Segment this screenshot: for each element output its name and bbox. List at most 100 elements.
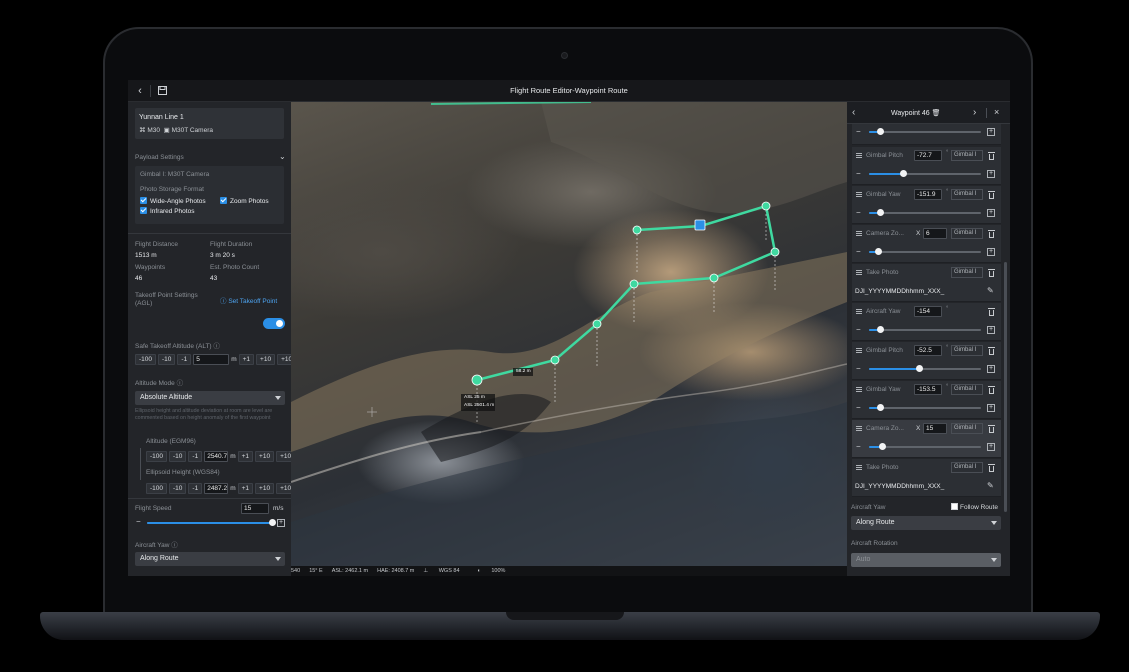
zoom-checkbox[interactable]: Zoom Photos xyxy=(220,197,269,205)
follow-route-checkbox[interactable]: Follow Route xyxy=(951,503,998,511)
delete-icon[interactable] xyxy=(988,308,995,316)
plus-icon[interactable]: + xyxy=(987,128,995,136)
delete-icon[interactable] xyxy=(988,386,995,394)
gimbal-select[interactable]: Gimbal I xyxy=(951,267,983,278)
plus-icon[interactable]: + xyxy=(987,248,995,256)
slider-knob[interactable] xyxy=(269,519,276,526)
delete-icon[interactable] xyxy=(988,464,995,472)
chevron-down-icon[interactable]: ⌄ xyxy=(279,152,286,161)
minus-icon[interactable]: − xyxy=(856,248,861,256)
gimbal-select[interactable]: Gimbal I xyxy=(951,384,983,395)
wide-angle-checkbox[interactable]: Wide-Angle Photos xyxy=(140,197,206,205)
minus-icon[interactable]: − xyxy=(856,209,861,217)
action-value-input[interactable]: -52.5 xyxy=(914,345,942,356)
pencil-icon[interactable]: ✎ xyxy=(987,286,994,295)
plus-1-button[interactable]: +1 xyxy=(237,483,254,494)
slider-knob[interactable] xyxy=(877,209,884,216)
aircraft-yaw-select[interactable]: Along Route xyxy=(851,516,1001,530)
action-card[interactable]: Gimbal Yaw -151.9 ° Gimbal I − + xyxy=(852,186,1001,224)
minus-icon[interactable]: − xyxy=(856,365,861,373)
action-slider[interactable] xyxy=(869,407,981,409)
minus-100-button[interactable]: -100 xyxy=(135,354,157,365)
action-card[interactable]: Gimbal Pitch -72.7 ° Gimbal I − + xyxy=(852,147,1001,185)
plus-10-button[interactable]: +10 xyxy=(256,354,276,365)
action-card[interactable]: − + xyxy=(852,124,1001,145)
drag-handle-icon[interactable] xyxy=(856,153,862,158)
close-icon[interactable]: × xyxy=(994,107,999,117)
minus-10-button[interactable]: -10 xyxy=(169,451,187,462)
action-slider[interactable] xyxy=(869,329,981,331)
minus-icon[interactable]: − xyxy=(856,326,861,334)
plus-icon[interactable]: + xyxy=(987,209,995,217)
action-card[interactable]: Gimbal Pitch -52.5 ° Gimbal I − + xyxy=(852,342,1001,380)
plus-icon[interactable]: + xyxy=(987,326,995,334)
drag-handle-icon[interactable] xyxy=(856,465,862,470)
drag-handle-icon[interactable] xyxy=(856,192,862,197)
next-waypoint-icon[interactable]: › xyxy=(973,107,976,118)
minus-1-button[interactable]: -1 xyxy=(188,483,203,494)
gimbal-select[interactable]: Gimbal I xyxy=(951,345,983,356)
minus-icon[interactable]: − xyxy=(136,518,141,526)
action-slider[interactable] xyxy=(869,251,981,253)
minus-icon[interactable]: − xyxy=(856,128,861,136)
infrared-checkbox[interactable]: Infrared Photos xyxy=(140,207,194,215)
pencil-icon[interactable]: ✎ xyxy=(987,481,994,490)
drag-handle-icon[interactable] xyxy=(856,348,862,353)
plus-100-button[interactable]: +100 xyxy=(276,483,291,494)
gimbal-select[interactable]: Gimbal I xyxy=(951,462,983,473)
action-card[interactable]: Camera Zo... X 6 Gimbal I − + xyxy=(852,225,1001,263)
plus-1-button[interactable]: +1 xyxy=(238,354,255,365)
aircraft-yaw-select[interactable]: Along Route xyxy=(135,552,285,566)
delete-icon[interactable] xyxy=(988,425,995,433)
action-value-input[interactable]: 6 xyxy=(923,228,947,239)
plus-icon[interactable]: + xyxy=(987,443,995,451)
action-value-input[interactable]: -151.9 xyxy=(914,189,942,200)
set-takeoff-point-link[interactable]: ⓘ Set Takeoff Point xyxy=(220,295,277,305)
action-slider[interactable] xyxy=(869,131,981,133)
altitude-egm-input[interactable]: 2540.7 xyxy=(204,451,229,462)
action-card[interactable]: Aircraft Yaw -154 ° − + xyxy=(852,303,1001,341)
drag-handle-icon[interactable] xyxy=(856,309,862,314)
drag-handle-icon[interactable] xyxy=(856,387,862,392)
plus-100-button[interactable]: +100 xyxy=(276,451,291,462)
action-value-input[interactable]: -72.7 xyxy=(914,150,942,161)
safe-takeoff-input[interactable]: 5 xyxy=(193,354,230,365)
slider-knob[interactable] xyxy=(879,443,886,450)
minus-1-button[interactable]: -1 xyxy=(188,451,203,462)
minus-10-button[interactable]: -10 xyxy=(158,354,176,365)
plus-1-button[interactable]: +1 xyxy=(237,451,254,462)
slider-knob[interactable] xyxy=(877,326,884,333)
action-card[interactable]: Take Photo Gimbal I DJI_YYYYMMDDhhmm_XXX_ ✎ xyxy=(852,264,1001,302)
action-value-input[interactable]: -153.5 xyxy=(914,384,942,395)
action-card[interactable]: Camera Zo... X 15 Gimbal I − + xyxy=(852,420,1001,458)
gimbal-select[interactable]: Gimbal I xyxy=(951,228,983,239)
action-slider[interactable] xyxy=(869,212,981,214)
plus-icon[interactable]: + xyxy=(987,170,995,178)
plus-100-button[interactable]: +100 xyxy=(277,354,291,365)
scrollbar[interactable] xyxy=(1004,262,1007,512)
delete-icon[interactable] xyxy=(988,347,995,355)
delete-icon[interactable] xyxy=(988,269,995,277)
minus-100-button[interactable]: -100 xyxy=(146,451,168,462)
plus-icon[interactable]: + xyxy=(987,404,995,412)
3d-map-view[interactable]: 58.2 m ASL 25 m ASL 2501.4 m xyxy=(291,102,847,566)
gimbal-select[interactable]: Gimbal I xyxy=(951,150,983,161)
delete-icon[interactable] xyxy=(988,152,995,160)
slider-knob[interactable] xyxy=(877,128,884,135)
slider-knob[interactable] xyxy=(875,248,882,255)
ellipsoid-input[interactable]: 2487.2 xyxy=(204,483,229,494)
slider-knob[interactable] xyxy=(916,365,923,372)
gimbal-select[interactable]: Gimbal I xyxy=(951,189,983,200)
route-info-card[interactable]: Yunnan Line 1 ⌘ M30 ▣ M30T Camera xyxy=(135,108,284,139)
action-value-input[interactable]: 15 xyxy=(923,423,947,434)
drag-handle-icon[interactable] xyxy=(856,426,862,431)
action-value-input[interactable]: -154 xyxy=(914,306,942,317)
action-card[interactable]: Take Photo Gimbal I DJI_YYYYMMDDhhmm_XXX_ ✎ xyxy=(852,459,1001,497)
minus-icon[interactable]: − xyxy=(856,404,861,412)
drag-handle-icon[interactable] xyxy=(856,231,862,236)
delete-icon[interactable] xyxy=(988,230,995,238)
minus-1-button[interactable]: -1 xyxy=(177,354,192,365)
plus-10-button[interactable]: +10 xyxy=(255,483,275,494)
delete-icon[interactable] xyxy=(988,191,995,199)
minus-100-button[interactable]: -100 xyxy=(146,483,168,494)
